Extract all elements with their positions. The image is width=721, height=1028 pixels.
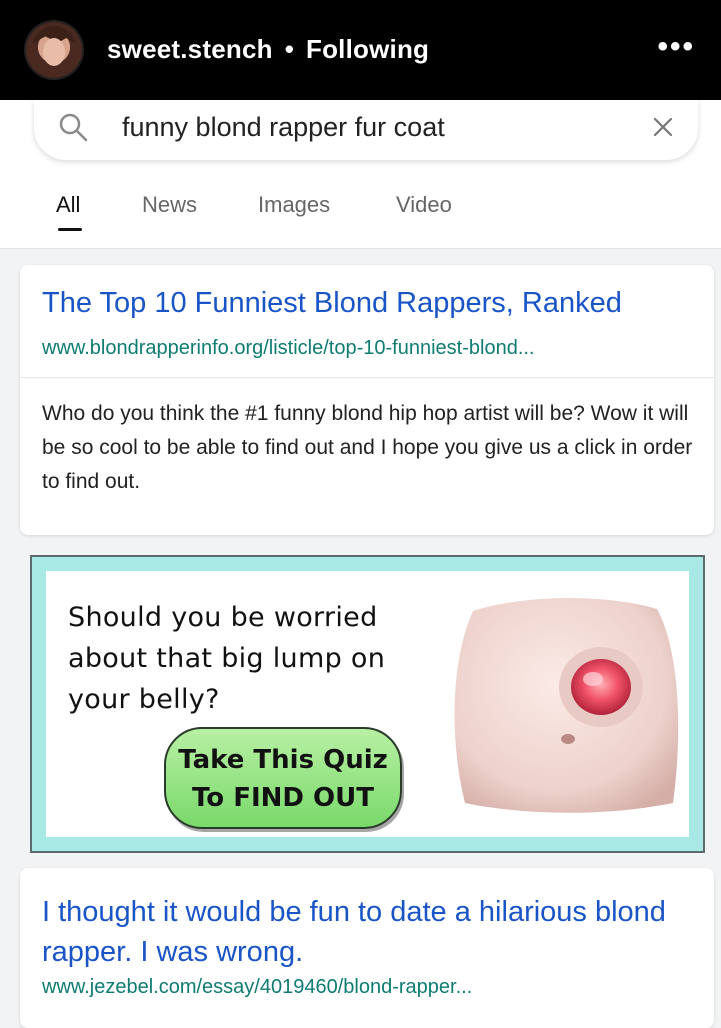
divider bbox=[20, 377, 714, 378]
result-url[interactable]: www.blondrapperinfo.org/listicle/top-10-… bbox=[42, 337, 535, 360]
result-title-link[interactable]: I thought it would be fun to date a hila… bbox=[42, 892, 702, 972]
ad-headline: Should you be worried about that big lum… bbox=[68, 602, 386, 715]
result-title-link[interactable]: The Top 10 Funniest Blond Rappers, Ranke… bbox=[42, 287, 622, 320]
search-bar[interactable]: funny blond rapper fur coat bbox=[34, 100, 698, 160]
search-input[interactable]: funny blond rapper fur coat bbox=[122, 112, 445, 143]
search-result-card: I thought it would be fun to date a hila… bbox=[20, 868, 714, 1028]
tab-all[interactable]: All bbox=[56, 192, 80, 218]
search-icon bbox=[59, 113, 88, 142]
tab-images[interactable]: Images bbox=[258, 192, 330, 218]
ad-content: Should you be worried about that big lum… bbox=[46, 571, 689, 837]
username[interactable]: sweet.stench bbox=[107, 34, 273, 64]
user-avatar[interactable] bbox=[26, 22, 82, 78]
search-header: funny blond rapper fur coat All News Ima… bbox=[0, 100, 721, 249]
following-button[interactable]: Following bbox=[306, 34, 429, 64]
close-icon[interactable] bbox=[648, 112, 678, 142]
take-quiz-button[interactable]: Take This Quiz To FIND OUT bbox=[164, 727, 402, 829]
quiz-button-line1: Take This Quiz bbox=[178, 745, 388, 775]
more-options-icon[interactable]: ••• bbox=[657, 30, 695, 64]
quiz-button-line2: To FIND OUT bbox=[192, 783, 374, 813]
tab-news[interactable]: News bbox=[142, 192, 197, 218]
belly-image bbox=[454, 597, 679, 813]
post-author: sweet.stench • Following bbox=[107, 34, 429, 65]
search-result-card: The Top 10 Funniest Blond Rappers, Ranke… bbox=[20, 265, 714, 535]
active-tab-indicator bbox=[58, 228, 82, 231]
post-header: sweet.stench • Following ••• bbox=[0, 0, 721, 100]
advertisement-banner[interactable]: Should you be worried about that big lum… bbox=[30, 555, 705, 853]
result-snippet: Who do you think the #1 funny blond hip … bbox=[42, 402, 693, 493]
result-url[interactable]: www.jezebel.com/essay/4019460/blond-rapp… bbox=[42, 976, 472, 999]
tab-video[interactable]: Video bbox=[396, 192, 452, 218]
separator-dot: • bbox=[284, 34, 294, 64]
